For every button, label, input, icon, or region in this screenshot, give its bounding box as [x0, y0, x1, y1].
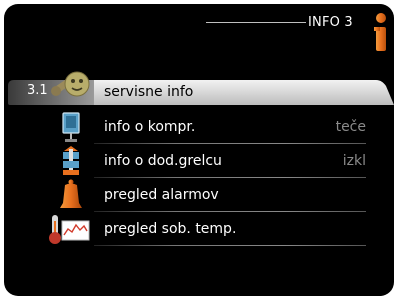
- menu-item-info-o-dod-grelcu[interactable]: info o dod.grelcu izkl: [8, 144, 366, 178]
- header-divider: [206, 22, 306, 23]
- menu-item-value: teče: [335, 119, 366, 135]
- page-title: INFO 3: [308, 15, 353, 30]
- menu-item-label: pregled sob. temp.: [104, 221, 237, 237]
- info-icon: [374, 13, 386, 51]
- menu-item-label: info o kompr.: [104, 119, 196, 135]
- service-icon: [51, 71, 90, 97]
- row-divider: [94, 245, 366, 246]
- alarm-bell-icon: [60, 179, 82, 208]
- menu-item-info-o-kompr[interactable]: info o kompr. teče: [8, 110, 366, 144]
- heater-icon: [63, 146, 79, 175]
- menu-item-value: izkl: [342, 153, 366, 169]
- menu-item-label: servisne info: [104, 84, 194, 100]
- menu-item-servisne-info[interactable]: servisne info: [8, 71, 366, 108]
- display-screen: INFO 3 3.1 servisne info info o kompr. t…: [4, 4, 394, 296]
- room-temperature-icon: [49, 215, 90, 244]
- compressor-icon: [62, 112, 80, 142]
- menu-item-label: pregled alarmov: [104, 187, 219, 203]
- menu-item-label: info o dod.grelcu: [104, 153, 222, 169]
- menu-item-pregled-sob-temp[interactable]: pregled sob. temp.: [8, 212, 366, 246]
- menu-item-pregled-alarmov[interactable]: pregled alarmov: [8, 178, 366, 212]
